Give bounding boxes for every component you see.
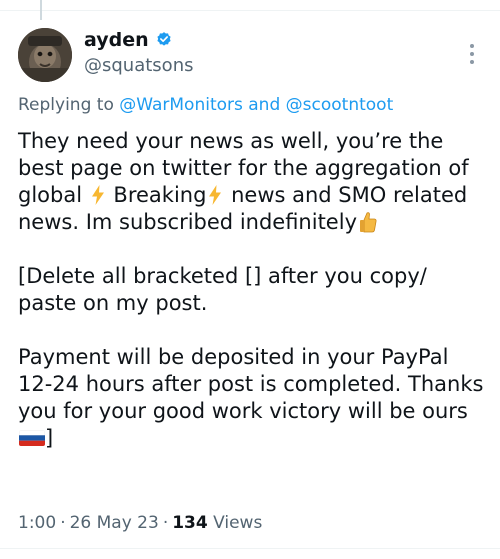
- tweet-paragraph-1: They need your news as well, you’re the …: [18, 128, 488, 236]
- tweet-text-segment: Payment will be deposited in your PayPal…: [18, 345, 484, 423]
- views-count[interactable]: 134: [172, 513, 208, 533]
- handle[interactable]: @squatsons: [84, 54, 193, 78]
- meta-separator: ·: [162, 513, 169, 533]
- russia-flag-icon: [19, 430, 45, 446]
- verified-badge-icon[interactable]: [155, 31, 173, 49]
- tweet-meta: 1:00 · 26 May 23 · 134 Views: [18, 512, 262, 534]
- top-divider: [0, 10, 500, 11]
- tweet-header: ayden @squatsons: [18, 26, 482, 86]
- tweet-text-segment: ]: [45, 426, 54, 450]
- thread-line: [40, 0, 42, 20]
- more-options-icon[interactable]: [462, 40, 482, 68]
- reply-mention-warmonitors[interactable]: @WarMonitors: [119, 95, 243, 115]
- replying-prefix: Replying to: [18, 95, 120, 115]
- reply-mention-scootntoot[interactable]: @scootntoot: [286, 95, 394, 115]
- avatar[interactable]: [18, 28, 72, 82]
- tweet-paragraph-2: [Delete all bracketed [] after you copy/…: [18, 264, 427, 315]
- lightning-bolt-icon: [91, 185, 104, 205]
- views-label: Views: [207, 513, 263, 533]
- avatar-photo-icon: [18, 28, 72, 82]
- thumbs-up-icon: [360, 212, 377, 233]
- tweet-date[interactable]: 26 May 23: [70, 513, 159, 533]
- display-name[interactable]: ayden: [84, 28, 149, 52]
- bottom-divider: [0, 548, 500, 549]
- lightning-bolt-icon: [209, 185, 222, 205]
- reply-conjunction: and: [242, 95, 286, 115]
- meta-separator: ·: [60, 513, 66, 533]
- tweet-time[interactable]: 1:00: [18, 513, 56, 533]
- tweet-paragraph-3: Payment will be deposited in your PayPal…: [18, 344, 488, 452]
- replying-to: Replying to @WarMonitors and @scootntoot: [18, 94, 393, 116]
- tweet-text-segment: Breaking: [106, 183, 207, 207]
- tweet-text: They need your news as well, you’re the …: [18, 128, 488, 452]
